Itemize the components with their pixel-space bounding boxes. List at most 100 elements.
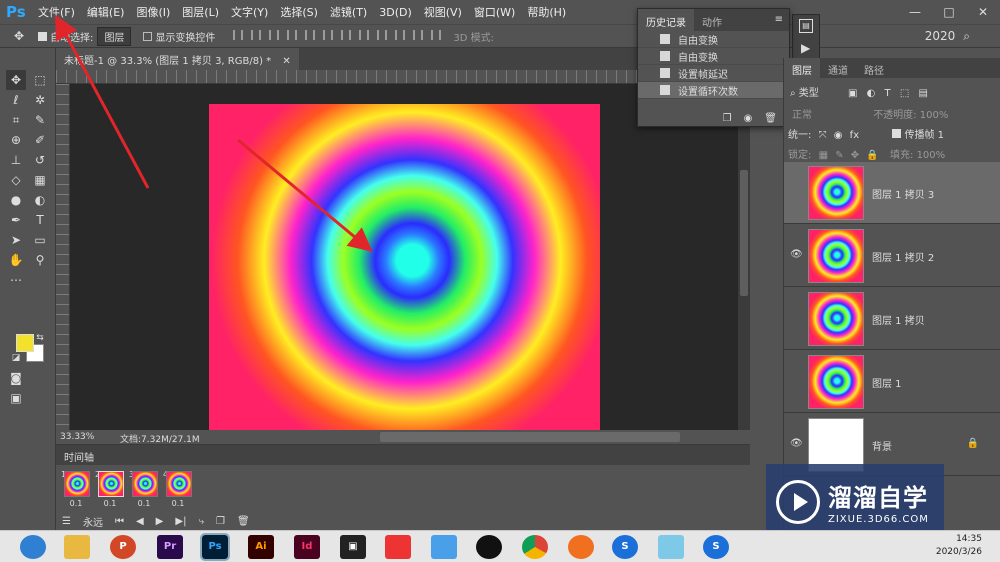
auto-select-checkbox[interactable]: [38, 31, 48, 41]
system-clock[interactable]: 14:35 2020/3/26: [936, 533, 982, 559]
crop-tool-icon[interactable]: ⌗: [6, 110, 26, 130]
animation-frame[interactable]: 2 0.1: [94, 470, 126, 508]
history-item-selected[interactable]: 设置循环次数: [638, 82, 789, 99]
qq-icon[interactable]: [476, 535, 502, 559]
delete-frame-icon[interactable]: 🗑: [237, 516, 250, 527]
chat-icon[interactable]: [431, 535, 457, 559]
animation-frame[interactable]: 1 0.1: [60, 470, 92, 508]
tab-paths[interactable]: 路径: [856, 58, 892, 78]
history-item[interactable]: 自由变换: [638, 31, 789, 48]
canvas-area[interactable]: [70, 84, 738, 430]
history-item[interactable]: 设置帧延迟: [638, 65, 789, 82]
premiere-icon[interactable]: Pr: [157, 535, 183, 559]
browser-icon[interactable]: [568, 535, 594, 559]
menu-help[interactable]: 帮助(H): [521, 4, 572, 20]
transform-controls-checkbox[interactable]: [143, 31, 153, 41]
distribute-bottom-icon[interactable]: [377, 29, 388, 40]
app-icon[interactable]: [658, 535, 684, 559]
layer-filter-dropdown[interactable]: 类型: [799, 88, 819, 99]
filter-pixel-icon[interactable]: ▣: [848, 88, 857, 99]
next-frame-button[interactable]: ▶|: [175, 516, 186, 527]
minimize-button[interactable]: —: [898, 0, 932, 24]
eye-icon[interactable]: 👁: [790, 438, 803, 450]
distribute-left-icon[interactable]: [395, 29, 406, 40]
stamp-tool-icon[interactable]: ⊥: [6, 150, 26, 170]
filter-shape-icon[interactable]: ⬚: [900, 88, 909, 99]
quick-mask-icon[interactable]: ◙: [6, 368, 26, 388]
loop-dropdown[interactable]: 永远: [83, 514, 103, 529]
hand-tool-icon[interactable]: ✋: [6, 250, 26, 270]
tab-layers[interactable]: 图层: [784, 58, 820, 78]
layer-name[interactable]: 图层 1: [872, 375, 902, 390]
lock-paint-icon[interactable]: ✎: [835, 150, 843, 161]
game-icon[interactable]: [385, 535, 411, 559]
zoom-level[interactable]: 33.33%: [60, 432, 94, 442]
menu-layer[interactable]: 图层(L): [176, 4, 225, 20]
healing-brush-icon[interactable]: ⊕: [6, 130, 26, 150]
history-panel-icon[interactable]: ▤: [799, 19, 813, 33]
horizontal-scroll-thumb[interactable]: [380, 432, 680, 442]
lock-move-icon[interactable]: ✥: [851, 150, 859, 161]
actions-play-icon[interactable]: ▶: [801, 41, 810, 55]
menu-edit[interactable]: 编辑(E): [81, 4, 131, 20]
layer-name[interactable]: 图层 1 拷贝 3: [872, 186, 934, 201]
close-tab-icon[interactable]: ✕: [282, 56, 290, 67]
move-tool-icon[interactable]: ✥: [14, 29, 24, 43]
zoom-tool-icon[interactable]: ⚲: [30, 250, 50, 270]
unify-position-icon[interactable]: ⤧: [819, 130, 827, 141]
lock-pixels-icon[interactable]: ▦: [819, 150, 828, 161]
menu-image[interactable]: 图像(I): [130, 4, 176, 20]
visibility-toggle-hidden[interactable]: [790, 186, 802, 198]
duplicate-frame-icon[interactable]: ❐: [216, 516, 225, 527]
blend-mode-dropdown[interactable]: 正常: [792, 110, 812, 121]
swirl-artwork[interactable]: [209, 104, 600, 430]
timeline-menu-icon[interactable]: ☰: [62, 516, 71, 527]
photoshop-icon[interactable]: Ps: [200, 533, 230, 561]
dodge-tool-icon[interactable]: ◐: [30, 190, 50, 210]
frame-delay[interactable]: 0.1: [94, 499, 126, 508]
filter-search-icon[interactable]: ⌕: [790, 88, 796, 99]
vertical-ruler[interactable]: [56, 84, 70, 430]
lock-all-icon[interactable]: 🔒: [866, 150, 878, 161]
history-brush-icon[interactable]: ↺: [30, 150, 50, 170]
layer-row[interactable]: 图层 1 拷贝: [784, 288, 1000, 350]
distribute-center-icon[interactable]: [413, 29, 424, 40]
filter-smart-icon[interactable]: ▤: [918, 88, 927, 99]
type-tool-icon[interactable]: T: [30, 210, 50, 230]
panel-menu-icon[interactable]: ≡: [769, 9, 789, 31]
distribute-right-icon[interactable]: [431, 29, 442, 40]
maximize-button[interactable]: □: [932, 0, 966, 24]
brush-tool-icon[interactable]: ✐: [30, 130, 50, 150]
delete-state-icon[interactable]: 🗑: [764, 113, 777, 124]
first-frame-button[interactable]: ⏮: [115, 516, 124, 527]
animation-frame[interactable]: 3 0.1: [128, 470, 160, 508]
menu-filter[interactable]: 滤镜(T): [324, 4, 373, 20]
snapshot-camera-icon[interactable]: ◉: [744, 113, 753, 124]
unify-style-icon[interactable]: fx: [850, 130, 859, 141]
layer-name[interactable]: 图层 1 拷贝 2: [872, 249, 934, 264]
filter-adjust-icon[interactable]: ◐: [867, 88, 876, 99]
shape-tool-icon[interactable]: ▭: [30, 230, 50, 250]
frame-delay[interactable]: 0.1: [128, 499, 160, 508]
align-middle-icon[interactable]: [251, 29, 262, 40]
search-app-2-icon[interactable]: S: [703, 535, 729, 559]
visibility-toggle-hidden[interactable]: [790, 375, 802, 387]
pen-tool-icon[interactable]: ✒: [6, 210, 26, 230]
screen-mode-icon[interactable]: ▣: [6, 388, 26, 408]
tab-history[interactable]: 历史记录: [638, 9, 694, 31]
opacity-value[interactable]: 100%: [920, 110, 949, 121]
chrome-icon[interactable]: [522, 535, 548, 559]
blur-tool-icon[interactable]: ●: [6, 190, 26, 210]
move-tool-icon[interactable]: ✥: [6, 70, 26, 90]
auto-select-dropdown[interactable]: 图层: [97, 26, 132, 46]
video-editor-icon[interactable]: ▣: [340, 535, 366, 559]
align-left-icon[interactable]: [287, 29, 298, 40]
frame-delay[interactable]: 0.1: [162, 499, 194, 508]
layer-name[interactable]: 图层 1 拷贝: [872, 312, 925, 327]
layer-row[interactable]: 👁 图层 1 拷贝 2: [784, 225, 1000, 287]
visibility-toggle-hidden[interactable]: [790, 312, 802, 324]
document-tab[interactable]: 未标题-1 @ 33.3% (图层 1 拷贝 3, RGB/8) * ✕: [56, 48, 299, 70]
powerpoint-icon[interactable]: P: [110, 535, 136, 559]
tab-actions[interactable]: 动作: [694, 9, 730, 31]
distribute-middle-icon[interactable]: [359, 29, 370, 40]
